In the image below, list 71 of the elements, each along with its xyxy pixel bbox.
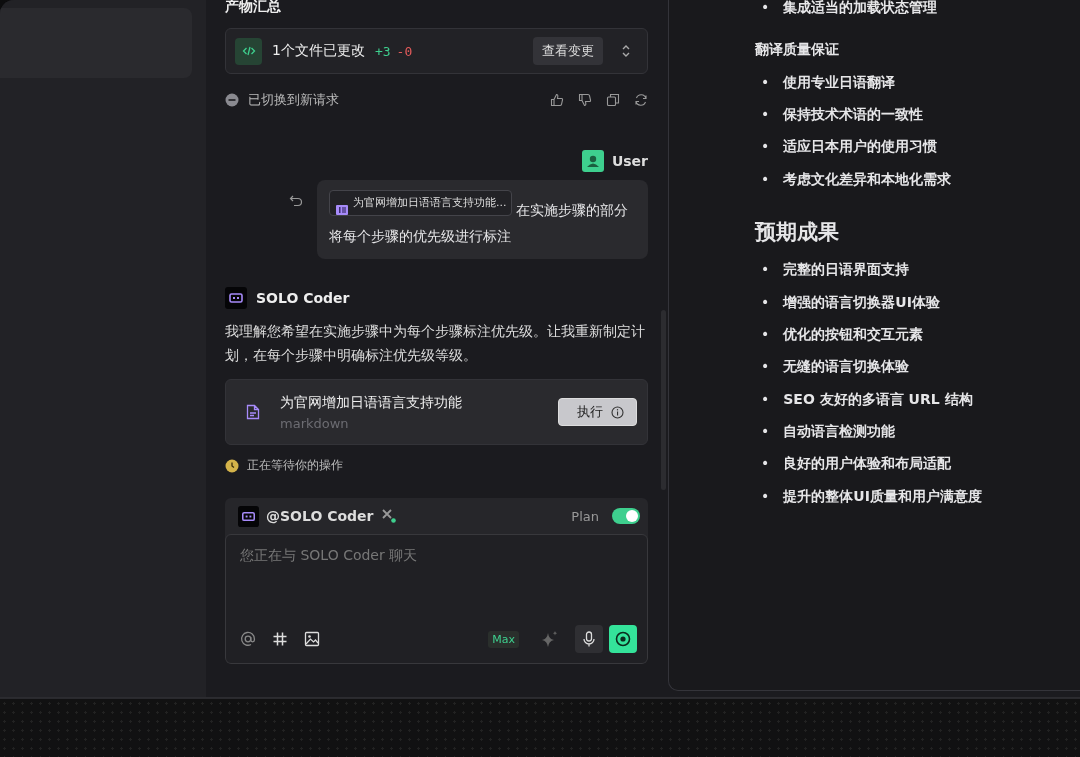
agent-reply: 我理解您希望在实施步骤中为每个步骤标注优先级。让我重新制定计划，在每个步骤中明确标注优先级等级。 (225, 322, 646, 365)
list-item: 提升的整体UI质量和用户满意度 (783, 486, 982, 506)
undo-icon[interactable] (289, 194, 303, 208)
document-icon (246, 404, 260, 420)
at-sign-icon[interactable] (240, 631, 256, 647)
reference-chip[interactable]: 为官网增加日语语言支持功能... (329, 190, 512, 216)
bullet: • (761, 137, 770, 157)
list-item: 优化的按钮和交互元素 (783, 324, 924, 344)
plan-toggle[interactable] (612, 508, 640, 524)
agent-name: SOLO Coder (256, 290, 350, 306)
tools-icon (380, 508, 397, 524)
user-name: User (611, 153, 648, 169)
bullet: • (761, 389, 770, 409)
document-subheading: 翻译质量保证 (755, 40, 840, 60)
sparkle-icon[interactable] (541, 630, 559, 648)
robot-icon (225, 287, 247, 309)
thumbs-up-icon[interactable] (550, 93, 564, 107)
bullet: • (761, 486, 770, 506)
copy-icon[interactable] (606, 93, 620, 107)
execute-button[interactable]: 执行 (558, 398, 637, 426)
plan-label: Plan (571, 508, 599, 524)
microphone-button[interactable] (575, 625, 603, 653)
bullet: • (761, 357, 770, 377)
list-item: 自动语言检测功能 (783, 422, 896, 442)
plan-title: 为官网增加日语语言支持功能 (280, 393, 462, 412)
thumbs-down-icon[interactable] (578, 93, 592, 107)
removed-count: -0 (396, 43, 413, 59)
document-heading: 预期成果 (755, 218, 840, 246)
record-icon (615, 631, 631, 647)
minus-circle-icon (225, 93, 239, 107)
added-count: +3 (374, 43, 391, 59)
bullet: • (761, 292, 770, 312)
bullet: • (761, 324, 770, 344)
bullet: • (761, 422, 770, 442)
list-item: 无缝的语言切换体验 (783, 357, 910, 377)
list-item: SEO 友好的多语言 URL 结构 (783, 389, 973, 409)
list-item: 增强的语言切换器UI体验 (783, 292, 940, 312)
expand-icon[interactable] (621, 44, 631, 58)
list-item: 适应日本用户的使用习惯 (783, 137, 938, 157)
waiting-status: 正在等待你的操作 (247, 457, 343, 474)
info-icon (611, 405, 624, 419)
message-input[interactable]: 您正在与 SOLO Coder 聊天 Max (225, 534, 648, 664)
bullet: • (761, 72, 770, 92)
bullet: • (761, 454, 770, 474)
file-type-label: markdown (280, 415, 350, 431)
list-item: 完整的日语界面支持 (783, 260, 910, 280)
list-item: 使用专业日语翻译 (783, 72, 896, 92)
code-icon (235, 37, 262, 65)
bullet: • (761, 104, 770, 124)
bullet: • (761, 260, 770, 280)
list-item: 考虑文化差异和本地化需求 (783, 169, 952, 189)
microphone-icon (582, 631, 596, 647)
status-notice: 已切换到新请求 (248, 91, 339, 109)
clock-icon (225, 458, 239, 473)
list-item: 集成适当的加载状态管理 (783, 0, 938, 18)
bullet: • (761, 169, 770, 189)
hash-icon[interactable] (272, 631, 288, 647)
image-icon[interactable] (304, 631, 320, 647)
model-badge[interactable]: Max (488, 630, 519, 648)
files-changed-label: 1个文件已更改 (272, 42, 365, 60)
panel-icon (336, 205, 348, 215)
user-message: 为官网增加日语语言支持功能... 在实施步骤的部分将每个步骤的优先级进行标注 (317, 180, 648, 259)
refresh-icon[interactable] (634, 93, 648, 107)
send-button[interactable] (609, 625, 637, 653)
agent-mention[interactable]: @SOLO Coder (266, 508, 374, 524)
list-item: 良好的用户体验和布局适配 (783, 454, 952, 474)
list-item: 保持技术术语的一致性 (783, 104, 924, 124)
view-changes-button[interactable]: 查看变更 (533, 37, 603, 65)
robot-icon (238, 505, 259, 527)
user-avatar-icon (581, 150, 604, 172)
bullet: • (761, 0, 770, 18)
